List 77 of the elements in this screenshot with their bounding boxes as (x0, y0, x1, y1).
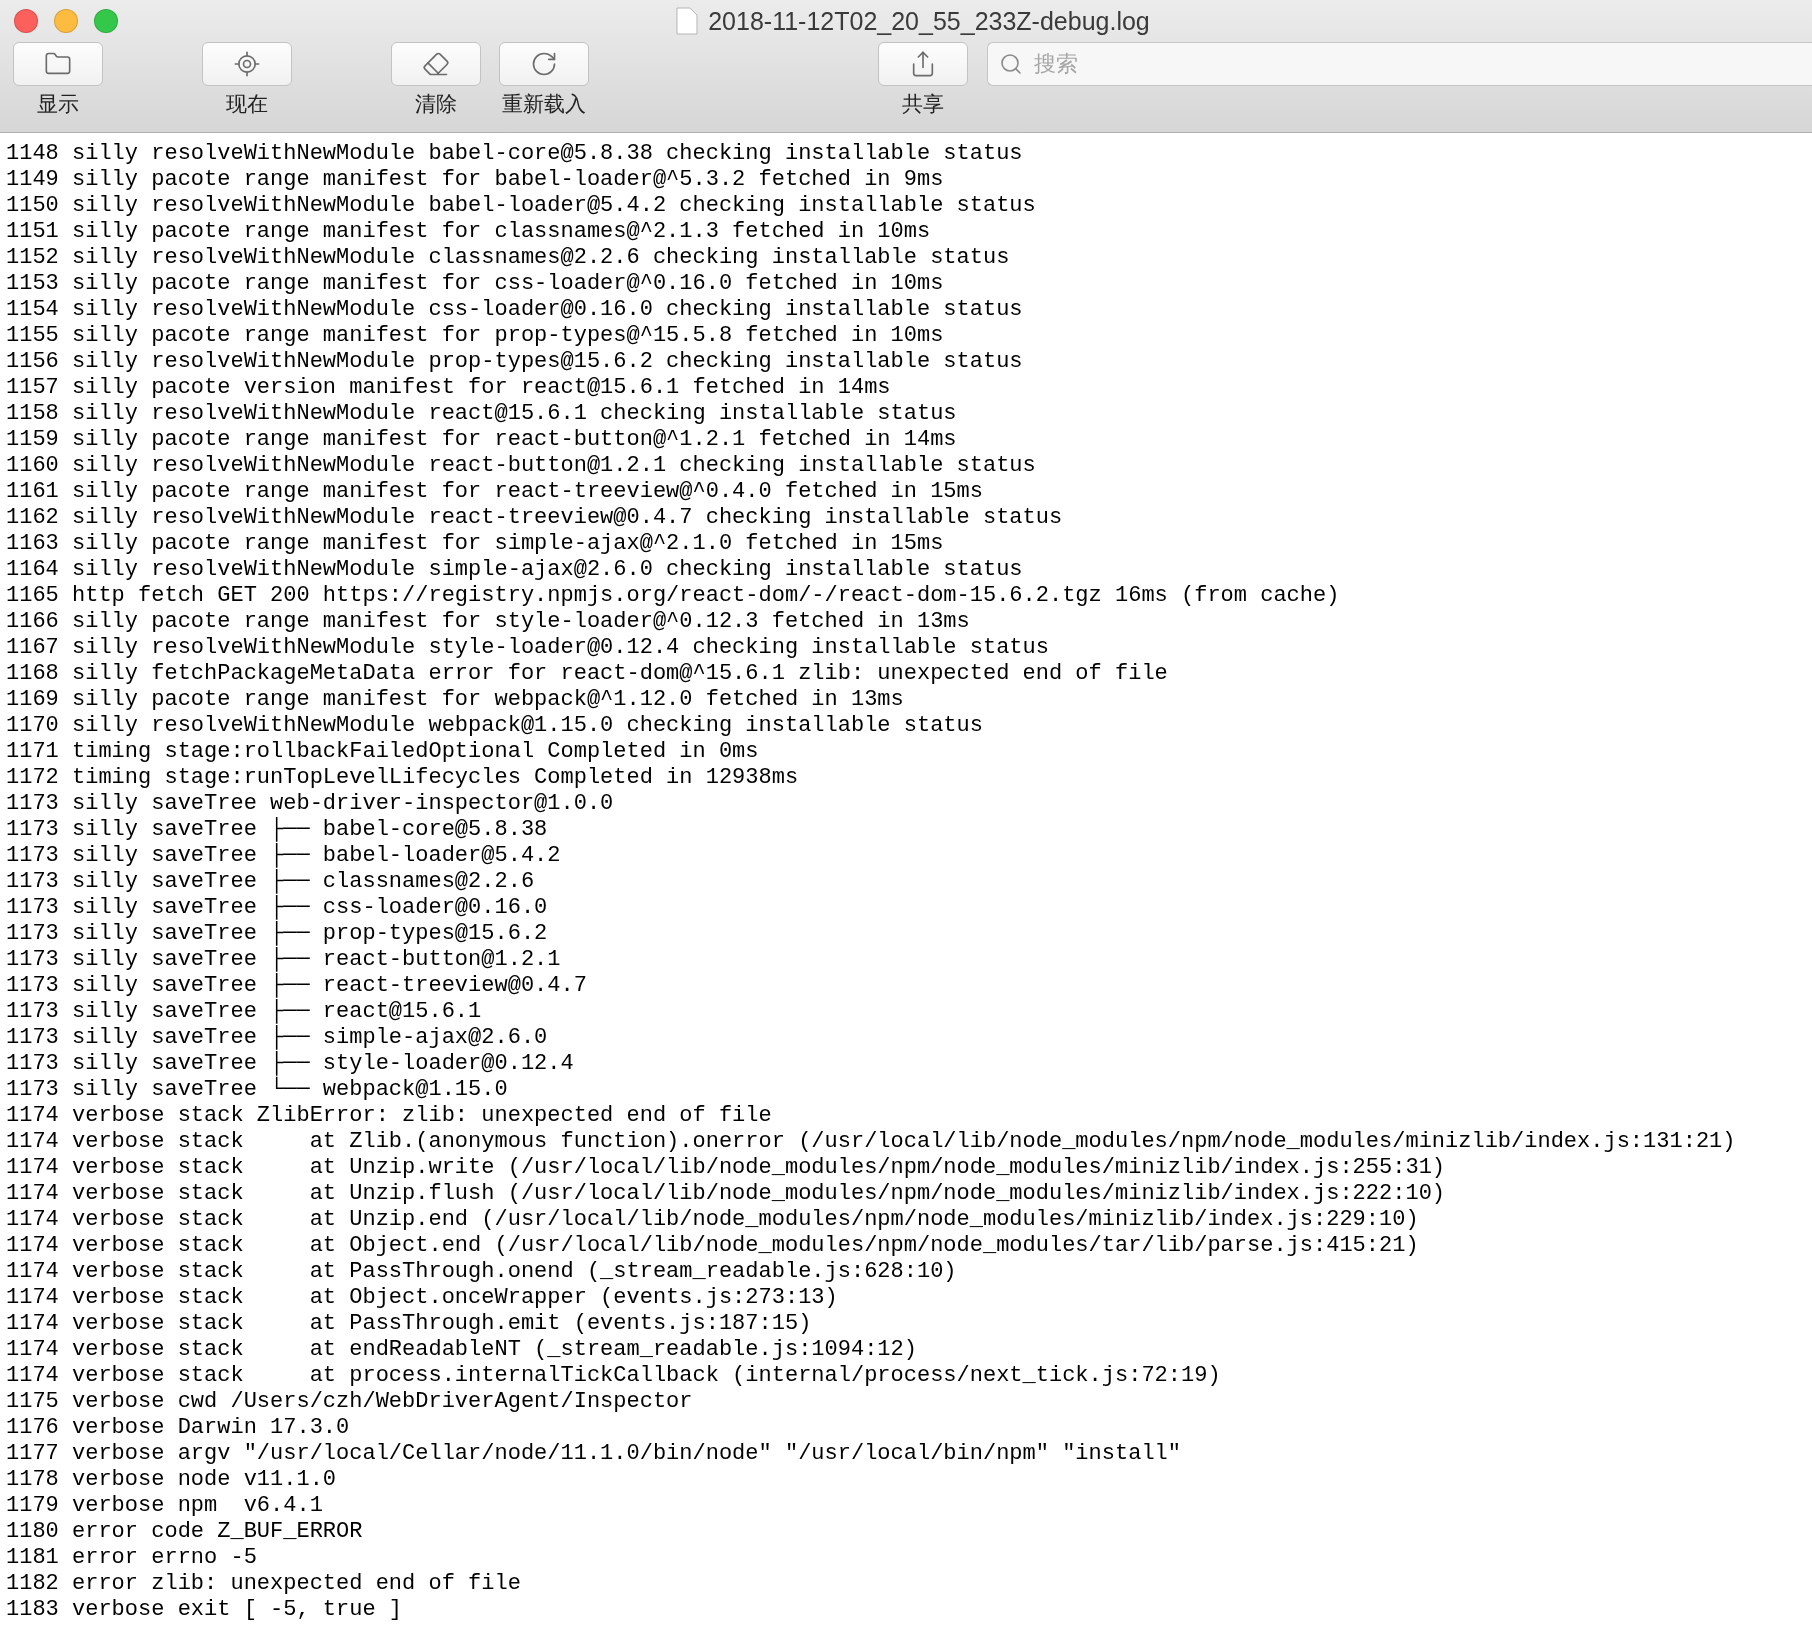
log-line: 1173 silly saveTree ├── react-button@1.2.1 (6, 947, 561, 972)
log-line: 1174 verbose stack at Object.onceWrapper (events.js:273:13) (6, 1285, 838, 1311)
log-line: 1156 silly resolveWithNewModule prop-types@15.6.2 checking installable status (6, 349, 1023, 375)
eraser-icon (422, 50, 450, 78)
log-line: 1175 verbose cwd /Users/czh/WebDriverAgent/Inspector (6, 1389, 693, 1415)
log-line: 1173 silly saveTree ├── babel-loader@5.4.2 (6, 843, 561, 868)
log-line: 1151 silly pacote range manifest for classnames@^2.1.3 fetched in 10ms (6, 219, 931, 245)
log-line: 1174 verbose stack at Object.end (/usr/local/lib/node_modules/npm/node_modules/tar/lib/parse.js:415:21) (6, 1233, 1419, 1259)
toolbar-label: 现在 (226, 91, 268, 117)
log-line: 1173 silly saveTree ├── css-loader@0.16.0 (6, 895, 548, 920)
log-line: 1166 silly pacote range manifest for style-loader@^0.12.3 fetched in 13ms (6, 609, 970, 635)
search-icon (999, 52, 1023, 76)
log-line: 1171 timing stage:rollbackFailedOptional Completed in 0ms (6, 739, 759, 765)
log-line: 1174 verbose stack at Unzip.end (/usr/local/lib/node_modules/npm/node_modules/minizlib/index.js:229:10) (6, 1207, 1419, 1233)
log-line: 1173 silly saveTree ├── simple-ajax@2.6.0 (6, 1025, 548, 1051)
log-line: 1181 error errno -5 (6, 1545, 257, 1571)
log-line: 1173 silly saveTree web-driver-inspector@1.0.0 (6, 791, 614, 817)
log-line: 1148 silly resolveWithNewModule babel-core@5.8.38 checking installable status (6, 141, 1023, 167)
log-line: 1174 verbose stack at PassThrough.emit (events.js:187:15) (6, 1311, 812, 1337)
log-line: 1174 verbose stack ZlibError: zlib: unexpected end of file (6, 1103, 772, 1129)
now-button[interactable] (202, 42, 292, 86)
log-line: 1162 silly resolveWithNewModule react-treeview@0.4.7 checking installable status (6, 505, 1063, 531)
log-line: 1173 silly saveTree ├── react@15.6.1 (6, 999, 482, 1025)
log-line: 1179 verbose npm v6.4.1 (6, 1493, 323, 1519)
log-line: 1182 error zlib: unexpected end of file (6, 1571, 521, 1597)
log-line: 1177 verbose argv "/usr/local/Cellar/node/11.1.0/bin/node" "/usr/local/bin/npm" "install" (6, 1441, 1181, 1467)
window-title: 2018-11-12T02_20_55_233Z-debug.log (708, 6, 1150, 36)
log-line: 1149 silly pacote range manifest for babel-loader@^5.3.2 fetched in 9ms (6, 167, 944, 193)
log-line: 1172 timing stage:runTopLevelLifecycles Completed in 12938ms (6, 765, 799, 791)
log-line: 1173 silly saveTree ├── prop-types@15.6.2 (6, 921, 548, 946)
document-icon (676, 7, 699, 35)
log-line: 1161 silly pacote range manifest for react-treeview@^0.4.0 fetched in 15ms (6, 479, 983, 505)
close-button[interactable] (14, 9, 38, 33)
log-line: 1167 silly resolveWithNewModule style-loader@0.12.4 checking installable status (6, 635, 1049, 661)
log-line: 1155 silly pacote range manifest for prop-types@^15.5.8 fetched in 10ms (6, 323, 944, 349)
log-line: 1160 silly resolveWithNewModule react-button@1.2.1 checking installable status (6, 453, 1036, 479)
log-line: 1150 silly resolveWithNewModule babel-loader@5.4.2 checking installable status (6, 193, 1036, 219)
log-line: 1174 verbose stack at process.internalTickCallback (internal/process/next_tick.js:72:19) (6, 1363, 1221, 1389)
show-button[interactable] (13, 42, 103, 86)
log-line: 1173 silly saveTree ├── style-loader@0.12.4 (6, 1051, 574, 1077)
log-line: 1173 silly saveTree ├── react-treeview@0.4.7 (6, 973, 587, 998)
log-line: 1165 http fetch GET 200 https://registry.npmjs.org/react-dom/-/react-dom-15.6.2.tgz 16ms (from cache) (6, 583, 1340, 609)
log-line: 1180 error code Z_BUF_ERROR (6, 1519, 363, 1545)
toolbar-label: 共享 (902, 91, 944, 117)
log-line: 1152 silly resolveWithNewModule classnames@2.2.6 checking installable status (6, 245, 1010, 271)
reload-icon (530, 50, 558, 78)
log-line: 1164 silly resolveWithNewModule simple-ajax@2.6.0 checking installable status (6, 557, 1023, 583)
share-button[interactable] (878, 42, 968, 86)
clear-button[interactable] (391, 42, 481, 86)
log-line: 1173 silly saveTree ├── classnames@2.2.6 (6, 869, 535, 894)
toolbar-label: 显示 (37, 91, 79, 117)
reload-button[interactable] (499, 42, 589, 86)
log-line: 1169 silly pacote range manifest for webpack@^1.12.0 fetched in 13ms (6, 687, 904, 713)
log-line: 1173 silly saveTree └── webpack@1.15.0 (6, 1077, 508, 1103)
log-line: 1158 silly resolveWithNewModule react@15.6.1 checking installable status (6, 401, 957, 427)
log-line: 1153 silly pacote range manifest for css-loader@^0.16.0 fetched in 10ms (6, 271, 944, 297)
minimize-button[interactable] (54, 9, 78, 33)
log-line: 1154 silly resolveWithNewModule css-loader@0.16.0 checking installable status (6, 297, 1023, 323)
log-line: 1174 verbose stack at PassThrough.onend (_stream_readable.js:628:10) (6, 1259, 957, 1285)
log-line: 1178 verbose node v11.1.0 (6, 1467, 337, 1493)
toolbar-label: 重新载入 (502, 91, 586, 117)
toolbar-label: 清除 (415, 91, 457, 117)
log-line: 1183 verbose exit [ -5, true ] (6, 1597, 403, 1623)
log-line: 1174 verbose stack at endReadableNT (_stream_readable.js:1094:12) (6, 1337, 917, 1363)
log-line: 1174 verbose stack at Unzip.write (/usr/local/lib/node_modules/npm/node_modules/minizlib/index.js:255:31) (6, 1155, 1446, 1181)
log-line: 1174 verbose stack at Zlib.(anonymous function).onerror (/usr/local/lib/node_modules/npm/node_modules/minizlib/index.js:131:21) (6, 1129, 1736, 1155)
search-field[interactable]: 搜索 (987, 42, 1812, 86)
log-line: 1157 silly pacote version manifest for react@15.6.1 fetched in 14ms (6, 375, 891, 401)
log-line: 1173 silly saveTree ├── babel-core@5.8.38 (6, 817, 548, 842)
log-line: 1176 verbose Darwin 17.3.0 (6, 1415, 350, 1441)
log-line: 1168 silly fetchPackageMetaData error for react-dom@^15.6.1 zlib: unexpected end of file (6, 661, 1168, 687)
log-line: 1159 silly pacote range manifest for react-button@^1.2.1 fetched in 14ms (6, 427, 957, 453)
log-line: 1163 silly pacote range manifest for simple-ajax@^2.1.0 fetched in 15ms (6, 531, 944, 557)
target-icon (233, 50, 261, 78)
log-line: 1174 verbose stack at Unzip.flush (/usr/local/lib/node_modules/npm/node_modules/minizlib/index.js:222:10) (6, 1181, 1446, 1207)
log-line: 1170 silly resolveWithNewModule webpack@1.15.0 checking installable status (6, 713, 983, 739)
zoom-button[interactable] (94, 9, 118, 33)
